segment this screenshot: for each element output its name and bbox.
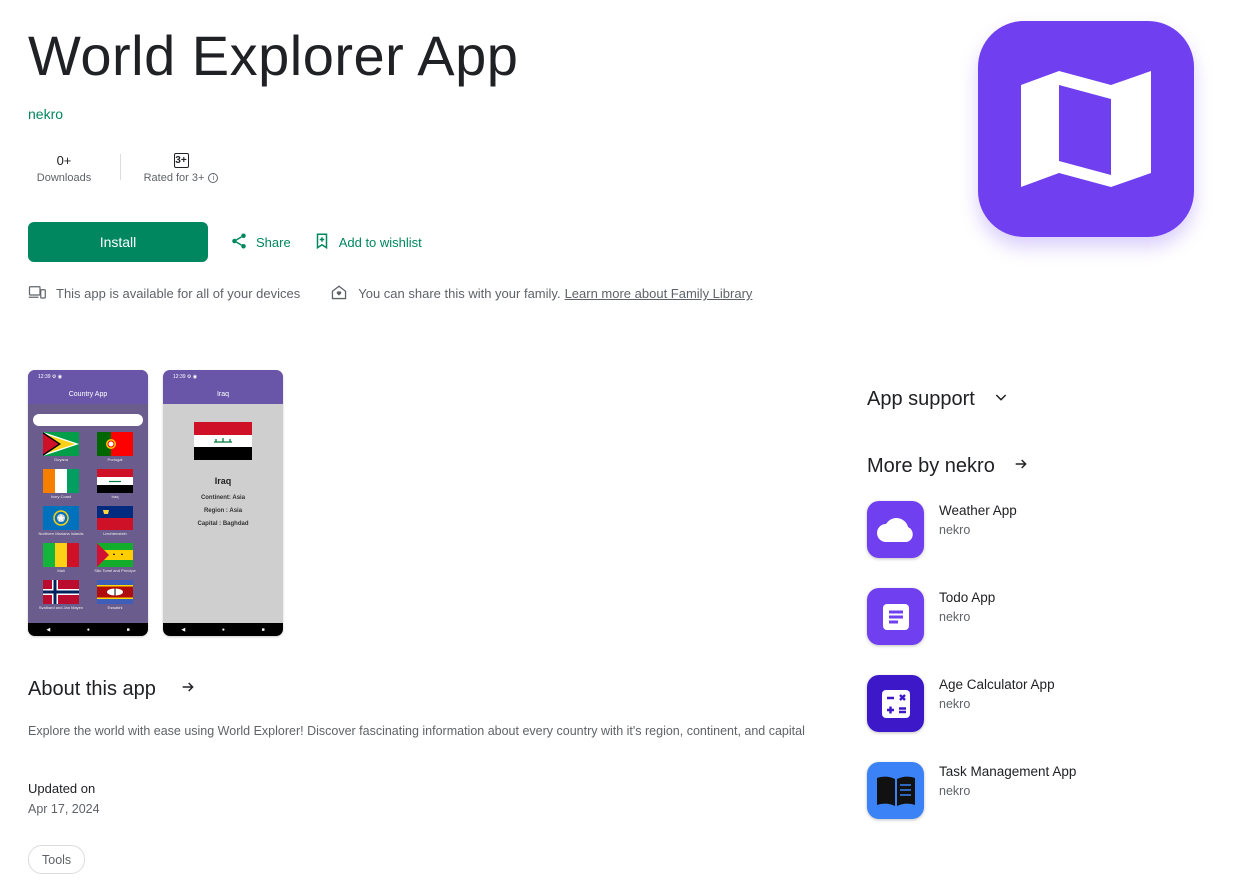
app-support-header[interactable]: App support <box>867 388 1009 411</box>
flag-sao-tome: São Tomé and Príncipe <box>88 543 142 573</box>
flag-portugal: Portugal <box>88 432 142 462</box>
devices-text: This app is available for all of your de… <box>56 286 301 301</box>
wishlist-button[interactable]: Add to wishlist <box>313 232 422 253</box>
install-button[interactable]: Install <box>28 222 208 262</box>
family-home-icon <box>330 284 348 303</box>
calculator-icon <box>867 675 924 732</box>
app-title: World Explorer App <box>28 24 519 87</box>
flag-svalbard: Svalbard and Jan Mayen <box>34 580 88 610</box>
app-bar-title: Iraq <box>163 384 283 404</box>
family-text: You can share this with your family. <box>358 286 561 301</box>
more-app-name: Weather App <box>939 503 1017 518</box>
developer-link[interactable]: nekro <box>28 106 63 122</box>
stats-row: 0+ Downloads 3+ Rated for 3+ i <box>28 150 221 184</box>
content-rating-icon: 3+ <box>173 152 189 168</box>
bookmark-add-icon <box>313 232 331 253</box>
screenshot-country-detail[interactable]: 12:39 ⚙ ◉ Iraq Iraq Continent: Asia Regi… <box>163 370 283 636</box>
availability-row: This app is available for all of your de… <box>28 284 752 303</box>
country-info: Continent: Asia Region : Asia Capital : … <box>163 492 283 531</box>
arrow-right-icon <box>180 678 196 701</box>
flag-iraq-large <box>194 422 252 460</box>
status-bar: 12:39 ⚙ ◉ <box>28 370 148 384</box>
recents-nav-icon: ■ <box>261 626 265 633</box>
book-icon <box>867 762 924 819</box>
more-app-task-management[interactable]: Task Management App nekro <box>867 762 1076 849</box>
back-nav-icon: ◀ <box>46 626 51 633</box>
search-field <box>33 414 143 426</box>
flag-ivory-coast: Ivory Coast <box>34 469 88 499</box>
back-nav-icon: ◀ <box>181 626 186 633</box>
recents-nav-icon: ■ <box>126 626 130 633</box>
folded-map-icon <box>1021 71 1151 187</box>
flag-iraq: Iraq <box>88 469 142 499</box>
share-icon <box>230 232 248 253</box>
info-icon[interactable]: i <box>208 173 219 183</box>
more-app-developer: nekro <box>939 610 971 624</box>
about-description: Explore the world with ease using World … <box>28 724 805 738</box>
home-nav-icon: ● <box>86 626 90 633</box>
downloads-stat: 0+ Downloads <box>28 150 100 185</box>
cloud-icon <box>867 501 924 558</box>
country-name: Iraq <box>214 476 232 486</box>
wishlist-label: Add to wishlist <box>338 234 422 250</box>
app-support-heading: App support <box>867 388 975 410</box>
more-app-developer: nekro <box>939 697 971 711</box>
family-library-link[interactable]: Learn more about Family Library <box>565 286 753 301</box>
flag-guyana: Guyana <box>34 432 88 462</box>
share-label: Share <box>256 234 291 250</box>
screenshot-country-list[interactable]: 12:39 ⚙ ◉ Country App Guyana Portugal Iv… <box>28 370 148 636</box>
continent-text: Continent: Asia <box>200 495 246 501</box>
android-nav-bar: ◀ ● ■ <box>28 623 148 636</box>
app-icon <box>978 21 1194 237</box>
more-app-developer: nekro <box>939 523 971 537</box>
region-text: Region : Asia <box>203 508 243 514</box>
flag-eswatini: Eswatini <box>88 580 142 610</box>
more-app-name: Task Management App <box>939 764 1077 779</box>
more-app-developer: nekro <box>939 784 971 798</box>
more-apps-list: Weather App nekro Todo App nekro Age Cal… <box>867 501 1076 849</box>
home-nav-icon: ● <box>221 626 225 633</box>
rating-stat[interactable]: 3+ Rated for 3+ i <box>141 150 221 184</box>
android-nav-bar: ◀ ● ■ <box>163 623 283 636</box>
stat-divider <box>120 154 121 180</box>
flag-northern-mariana-islands: Northern Mariana Islands <box>34 506 88 536</box>
status-bar: 12:39 ⚙ ◉ <box>163 370 283 384</box>
more-app-name: Todo App <box>939 590 996 605</box>
more-by-heading: More by nekro <box>867 455 995 477</box>
downloads-label: Downloads <box>36 172 92 184</box>
more-by-header[interactable]: More by nekro <box>867 455 1029 478</box>
chevron-down-icon <box>993 388 1009 411</box>
flag-mali: Mali <box>34 543 88 573</box>
updated-date: Apr 17, 2024 <box>28 802 100 816</box>
family-info: You can share this with your family. Lear… <box>330 284 752 303</box>
more-app-weather[interactable]: Weather App nekro <box>867 501 1076 588</box>
more-app-name: Age Calculator App <box>939 677 1055 692</box>
document-icon <box>867 588 924 645</box>
share-button[interactable]: Share <box>230 232 291 253</box>
about-heading: About this app <box>28 678 156 700</box>
category-chip[interactable]: Tools <box>28 845 86 874</box>
more-app-todo[interactable]: Todo App nekro <box>867 588 1076 675</box>
app-bar-title: Country App <box>28 384 148 404</box>
updated-label: Updated on <box>28 781 96 796</box>
devices-icon <box>28 284 46 303</box>
rating-label: Rated for 3+ <box>143 172 205 184</box>
downloads-value: 0+ <box>56 152 72 168</box>
flag-grid: Guyana Portugal Ivory Coast Iraq Norther… <box>28 432 148 610</box>
capital-text: Capital : Baghdad <box>197 521 249 527</box>
more-app-age-calculator[interactable]: Age Calculator App nekro <box>867 675 1076 762</box>
arrow-right-icon <box>1013 455 1029 478</box>
action-row: Install Share Add to wishlist <box>28 222 422 262</box>
screenshots-carousel: 12:39 ⚙ ◉ Country App Guyana Portugal Iv… <box>28 370 283 636</box>
devices-info: This app is available for all of your de… <box>28 284 300 303</box>
about-section-header[interactable]: About this app <box>28 678 196 701</box>
flag-liechtenstein: Liechtenstein <box>88 506 142 536</box>
